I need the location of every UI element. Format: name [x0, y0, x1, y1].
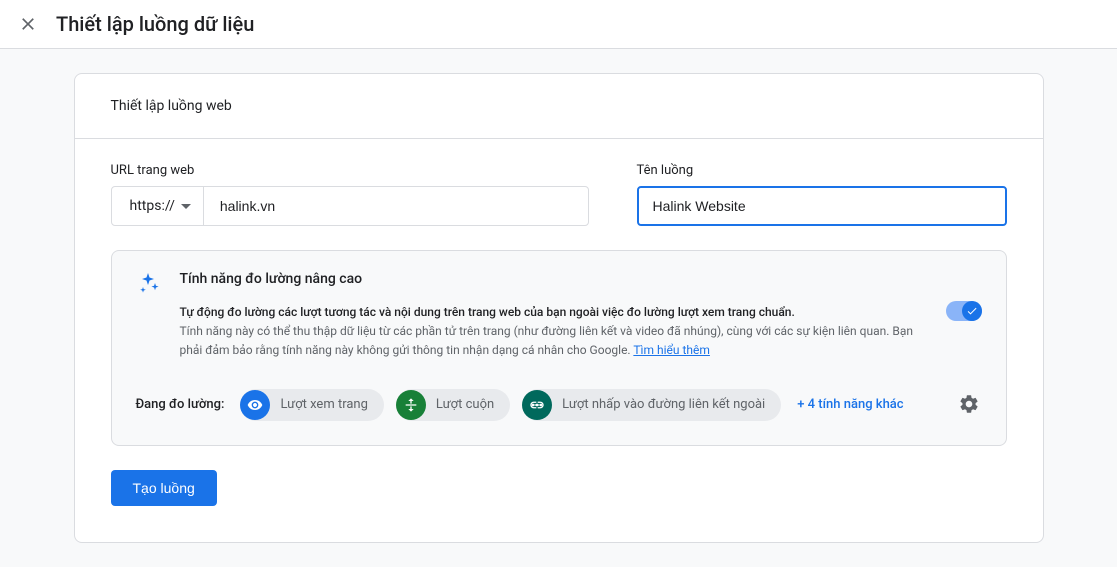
- enhanced-description: Tự động đo lường các lượt tương tác và n…: [180, 303, 926, 322]
- page-header: Thiết lập luồng dữ liệu: [0, 0, 1117, 49]
- eye-icon: [240, 390, 270, 420]
- chip-label: Lượt xem trang: [280, 397, 367, 412]
- measuring-row: Đang đo lường: Lượt xem trang Lượt cuộn: [136, 389, 982, 421]
- sparkle-icon: [136, 271, 160, 295]
- protocol-value: https://: [130, 198, 175, 214]
- chevron-down-icon: [181, 204, 191, 209]
- stream-name-input[interactable]: [637, 186, 1007, 226]
- toggle-thumb: [962, 301, 982, 321]
- chip-label: Lượt nhấp vào đường liên kết ngoài: [562, 397, 765, 412]
- url-label: URL trang web: [111, 163, 589, 178]
- url-input-wrapper: https://: [111, 186, 589, 226]
- protocol-select[interactable]: https://: [112, 187, 204, 225]
- url-field-group: URL trang web https://: [111, 163, 589, 226]
- enhanced-toggle[interactable]: [946, 301, 982, 321]
- stream-name-label: Tên luồng: [637, 163, 1007, 178]
- stream-name-group: Tên luồng: [637, 163, 1007, 226]
- url-input[interactable]: [204, 187, 588, 225]
- learn-more-link[interactable]: Tìm hiểu thêm: [633, 343, 710, 357]
- enhanced-note: Tính năng này có thể thu thập dữ liệu từ…: [180, 322, 926, 360]
- chip-label: Lượt cuộn: [436, 397, 494, 412]
- settings-button[interactable]: [958, 393, 982, 417]
- measurement-chip-pageview: Lượt xem trang: [240, 389, 383, 421]
- link-icon: [522, 390, 552, 420]
- enhanced-title: Tính năng đo lường nâng cao: [180, 271, 926, 287]
- setup-card: Thiết lập luồng web URL trang web https:…: [74, 73, 1044, 543]
- create-stream-button[interactable]: Tạo luồng: [111, 470, 217, 506]
- card-section-title: Thiết lập luồng web: [75, 74, 1043, 139]
- measuring-label: Đang đo lường:: [136, 397, 225, 412]
- measurement-chip-outbound: Lượt nhấp vào đường liên kết ngoài: [522, 389, 781, 421]
- measurement-chip-scroll: Lượt cuộn: [396, 389, 510, 421]
- page-title: Thiết lập luồng dữ liệu: [56, 12, 254, 36]
- scroll-icon: [396, 390, 426, 420]
- more-features-link[interactable]: + 4 tính năng khác: [797, 397, 903, 412]
- close-icon[interactable]: [16, 12, 40, 36]
- check-icon: [966, 305, 978, 317]
- form-row: URL trang web https:// Tên luồng: [111, 163, 1007, 226]
- gear-icon: [958, 393, 980, 415]
- enhanced-measurement-card: Tính năng đo lường nâng cao Tự động đo l…: [111, 250, 1007, 446]
